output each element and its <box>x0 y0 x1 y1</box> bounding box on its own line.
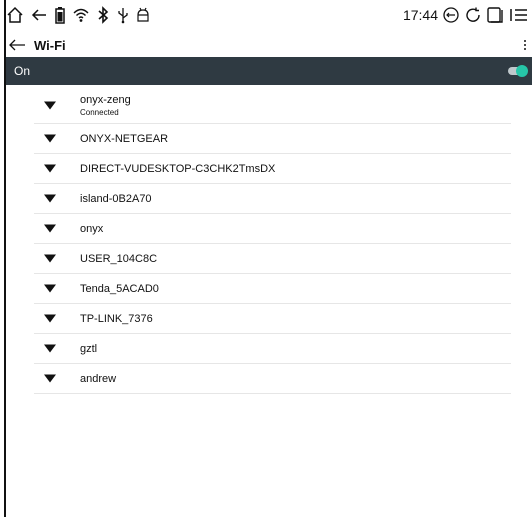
back-circle-icon[interactable] <box>442 6 460 24</box>
bluetooth-icon <box>96 6 110 24</box>
menu-icon[interactable] <box>510 6 528 24</box>
page-title: Wi-Fi <box>34 37 66 53</box>
network-name: onyx <box>80 222 104 235</box>
network-name: USER_104C8C <box>80 252 158 265</box>
network-name: andrew <box>80 372 117 385</box>
wifi-signal-icon <box>42 101 58 110</box>
network-list-item[interactable]: USER_104C8C <box>34 244 511 274</box>
network-list-item[interactable]: ONYX-NETGEAR <box>34 124 511 154</box>
network-name: onyx-zeng <box>80 94 131 106</box>
switch-label: On <box>14 64 31 78</box>
network-name: ONYX-NETGEAR <box>80 132 169 145</box>
network-list-item[interactable]: andrew <box>34 364 511 394</box>
wifi-toggle[interactable] <box>508 65 528 77</box>
network-name: DIRECT-VUDESKTOP-C3CHK2TmsDX <box>80 162 276 175</box>
wifi-signal-icon <box>42 284 58 293</box>
network-list: onyx-zeng Connected ONYX-NETGEAR DIRECT-VUD… <box>34 88 511 394</box>
network-list-item[interactable]: onyx-zeng Connected <box>34 88 511 124</box>
app-bar: Wi-Fi <box>6 34 532 56</box>
network-list-item[interactable]: Tenda_5ACAD0 <box>34 274 511 304</box>
wifi-signal-icon <box>42 194 58 203</box>
wifi-signal-icon <box>42 344 58 353</box>
back-arrow-icon[interactable] <box>6 38 28 52</box>
battery-icon <box>54 6 66 24</box>
network-name: island-0B2A70 <box>80 192 152 205</box>
network-text: onyx-zeng Connected <box>80 94 131 117</box>
usb-icon <box>116 6 130 24</box>
network-name: TP-LINK_7376 <box>80 312 153 325</box>
clock-time: 17:44 <box>402 7 438 23</box>
wifi-icon <box>72 6 90 24</box>
network-list-item[interactable]: TP-LINK_7376 <box>34 304 511 334</box>
network-list-item[interactable]: island-0B2A70 <box>34 184 511 214</box>
network-text: ONYX-NETGEAR <box>80 133 168 145</box>
network-text: island-0B2A70 <box>80 193 152 205</box>
network-text: USER_104C8C <box>80 253 157 265</box>
wifi-signal-icon <box>42 374 58 383</box>
wifi-signal-icon <box>42 314 58 323</box>
android-icon <box>136 6 150 24</box>
status-bar: 17:44 <box>0 0 532 30</box>
network-text: DIRECT-VUDESKTOP-C3CHK2TmsDX <box>80 163 275 175</box>
more-options-icon[interactable] <box>518 39 532 51</box>
network-text: TP-LINK_7376 <box>80 313 153 325</box>
network-list-item[interactable]: onyx <box>34 214 511 244</box>
network-text: andrew <box>80 373 116 385</box>
refresh-icon[interactable] <box>464 6 482 24</box>
network-list-item[interactable]: gztl <box>34 334 511 364</box>
screenshot-icon[interactable] <box>486 6 506 24</box>
network-text: gztl <box>80 343 97 355</box>
wifi-signal-icon <box>42 254 58 263</box>
back-icon[interactable] <box>30 6 48 24</box>
wifi-signal-icon <box>42 224 58 233</box>
network-text: Tenda_5ACAD0 <box>80 283 159 295</box>
wifi-signal-icon <box>42 164 58 173</box>
network-name: gztl <box>80 342 98 355</box>
home-icon[interactable] <box>6 6 24 24</box>
wifi-master-switch-bar[interactable]: On <box>6 57 532 85</box>
wifi-signal-icon <box>42 134 58 143</box>
network-status: Connected <box>80 108 119 117</box>
network-list-item[interactable]: DIRECT-VUDESKTOP-C3CHK2TmsDX <box>34 154 511 184</box>
network-text: onyx <box>80 223 103 235</box>
network-name: Tenda_5ACAD0 <box>80 282 159 295</box>
